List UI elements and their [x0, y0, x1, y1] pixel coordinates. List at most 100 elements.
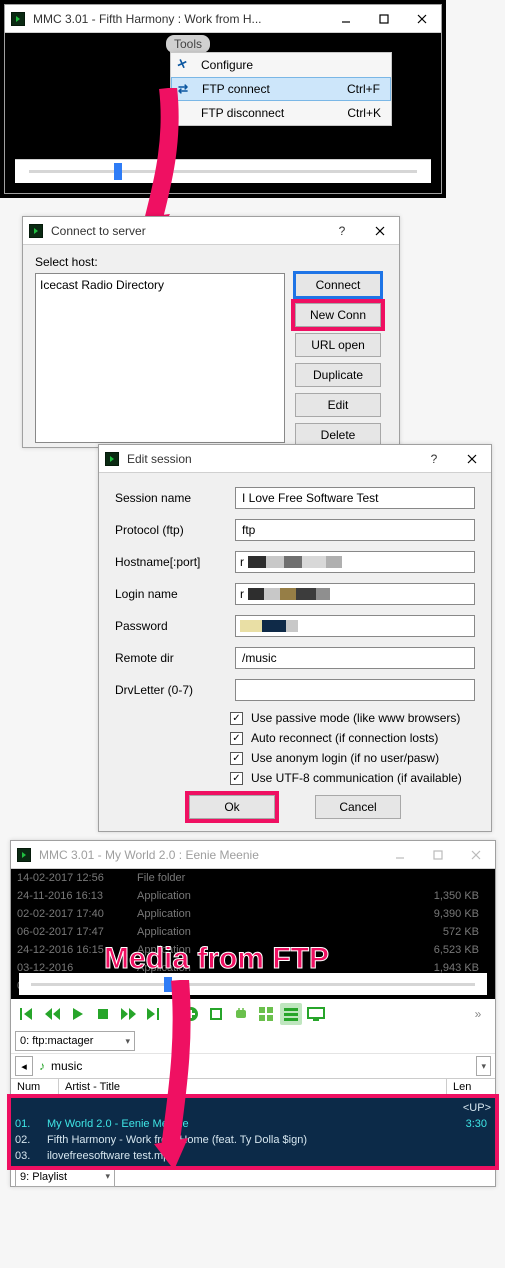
bg-col-date: 24-11-2016 16:13 [17, 890, 137, 902]
protocol-input[interactable] [235, 519, 475, 541]
bg-col-type: Application [137, 908, 257, 920]
bg-col-size: 1,350 KB [257, 890, 489, 902]
rewind-icon[interactable] [42, 1003, 64, 1025]
play-icon[interactable] [67, 1003, 89, 1025]
drv-letter-input[interactable] [235, 679, 475, 701]
playlist-area[interactable]: <UP> 01.My World 2.0 - Eenie Meenie3:300… [11, 1098, 495, 1166]
field-password: Password [115, 615, 475, 637]
playlist-header: Num Artist - Title Len [11, 1078, 495, 1098]
remote-dir-input[interactable] [235, 647, 475, 669]
close-button[interactable] [457, 841, 495, 869]
chk-label: Use passive mode (like www browsers) [251, 711, 460, 725]
maximize-button[interactable] [365, 5, 403, 33]
forward-icon[interactable] [117, 1003, 139, 1025]
bg-col-type: Application [137, 890, 257, 902]
checkbox-icon: ✓ [230, 772, 243, 785]
chk-passive[interactable]: ✓Use passive mode (like www browsers) [230, 711, 475, 725]
playlist-row[interactable]: 02.Fifth Harmony - Work from Home (feat.… [15, 1132, 491, 1148]
field-session-name: Session name [115, 487, 475, 509]
host-item[interactable]: Icecast Radio Directory [40, 278, 280, 292]
connect-to-server-dialog: Connect to server ? Select host: Icecast… [22, 216, 400, 448]
stop-icon[interactable] [92, 1003, 114, 1025]
dropdown-button[interactable]: ▾ [476, 1056, 491, 1076]
chevron-down-icon: ▾ [481, 1061, 486, 1072]
label: Protocol (ftp) [115, 523, 225, 537]
nav-back-button[interactable]: ◂ [15, 1056, 33, 1076]
hostname-input[interactable]: r [235, 551, 475, 573]
new-conn-button[interactable]: New Conn [295, 303, 381, 327]
gear-icon [177, 57, 193, 73]
playlist-row[interactable]: 01.My World 2.0 - Eenie Meenie3:30 [15, 1116, 491, 1132]
duplicate-button[interactable]: Duplicate [295, 363, 381, 387]
bg-col-type: File folder [137, 872, 257, 884]
menu-item-label: Configure [201, 58, 325, 72]
edit-button[interactable]: Edit [295, 393, 381, 417]
list-icon[interactable] [280, 1003, 302, 1025]
up-entry[interactable]: <UP> [463, 1102, 491, 1114]
menu-item-ftp-connect[interactable]: FTP connect Ctrl+F [171, 77, 391, 101]
session-name-input[interactable] [235, 487, 475, 509]
col-num[interactable]: Num [11, 1079, 59, 1097]
login-input[interactable]: r [235, 583, 475, 605]
row-num: 02. [15, 1134, 47, 1146]
dialog-title: Edit session [125, 452, 415, 466]
select-host-label: Select host: [35, 255, 387, 269]
minimize-button[interactable] [327, 5, 365, 33]
close-button[interactable] [403, 5, 441, 33]
minimize-button[interactable] [381, 841, 419, 869]
prev-track-icon[interactable] [17, 1003, 39, 1025]
menu-item-ftp-disconnect[interactable]: FTP disconnect Ctrl+K [171, 101, 391, 125]
menu-item-configure[interactable]: Configure [171, 53, 391, 77]
bg-file-row: 24-11-2016 16:13Application1,350 KB [11, 887, 495, 905]
android-icon[interactable] [230, 1003, 252, 1025]
field-login: Login name r [115, 583, 475, 605]
chk-utf8[interactable]: ✓ Use UTF-8 communication (if available) [230, 771, 475, 785]
seek-track[interactable] [29, 170, 417, 173]
field-remote-dir: Remote dir [115, 647, 475, 669]
tools-icon[interactable] [205, 1003, 227, 1025]
row-num: 03. [15, 1150, 47, 1162]
grid-icon[interactable] [255, 1003, 277, 1025]
edit-session-dialog: Edit session ? Session name Protocol (ft… [98, 444, 492, 832]
help-button[interactable]: ? [323, 217, 361, 245]
host-listbox[interactable]: Icecast Radio Directory [35, 273, 285, 443]
playlist-row[interactable]: 03.ilovefreesoftware test.mp4 [15, 1148, 491, 1164]
tab-bar: 9: Playlist▾ [11, 1166, 495, 1186]
cancel-button[interactable]: Cancel [315, 795, 401, 819]
seek-thumb[interactable] [114, 163, 122, 180]
app-icon [29, 224, 43, 238]
seek-thumb[interactable] [164, 977, 172, 992]
checkbox-icon: ✓ [230, 732, 243, 745]
row-len: 3:30 [451, 1118, 491, 1130]
row-title: My World 2.0 - Eenie Meenie [47, 1118, 451, 1130]
chk-anon-login[interactable]: ✓Use anonym login (if no user/pasw) [230, 751, 475, 765]
ok-button[interactable]: Ok [189, 795, 275, 819]
music-folder-icon: ♪ [39, 1059, 45, 1073]
help-button[interactable]: ? [415, 445, 453, 473]
titlebar[interactable]: Connect to server ? [23, 217, 399, 245]
connect-button[interactable]: Connect [295, 273, 381, 297]
titlebar[interactable]: Edit session ? [99, 445, 491, 473]
monitor-icon[interactable] [305, 1003, 327, 1025]
password-input[interactable] [235, 615, 475, 637]
tab-playlist[interactable]: 9: Playlist▾ [15, 1167, 115, 1187]
add-icon[interactable] [180, 1003, 202, 1025]
bg-col-size: 572 KB [257, 926, 489, 938]
bg-file-row: 14-02-2017 12:56File folder [11, 869, 495, 887]
label: Password [115, 619, 225, 633]
titlebar[interactable]: MMC 3.01 - Fifth Harmony : Work from H..… [5, 5, 441, 33]
menu-item-label: FTP disconnect [201, 106, 325, 120]
maximize-button[interactable] [419, 841, 457, 869]
col-len[interactable]: Len [447, 1079, 495, 1097]
app-icon [11, 12, 25, 26]
col-artist-title[interactable]: Artist - Title [59, 1079, 447, 1097]
chk-autoreconnect[interactable]: ✓Auto reconnect (if connection losts) [230, 731, 475, 745]
overflow-icon[interactable]: » [467, 1003, 489, 1025]
close-button[interactable] [453, 445, 491, 473]
chk-label: Use UTF-8 communication (if available) [251, 771, 462, 785]
next-track-icon[interactable] [142, 1003, 164, 1025]
url-open-button[interactable]: URL open [295, 333, 381, 357]
drive-combo[interactable]: 0: ftp:mactager▾ [15, 1031, 135, 1051]
close-button[interactable] [361, 217, 399, 245]
titlebar[interactable]: MMC 3.01 - My World 2.0 : Eenie Meenie [11, 841, 495, 869]
